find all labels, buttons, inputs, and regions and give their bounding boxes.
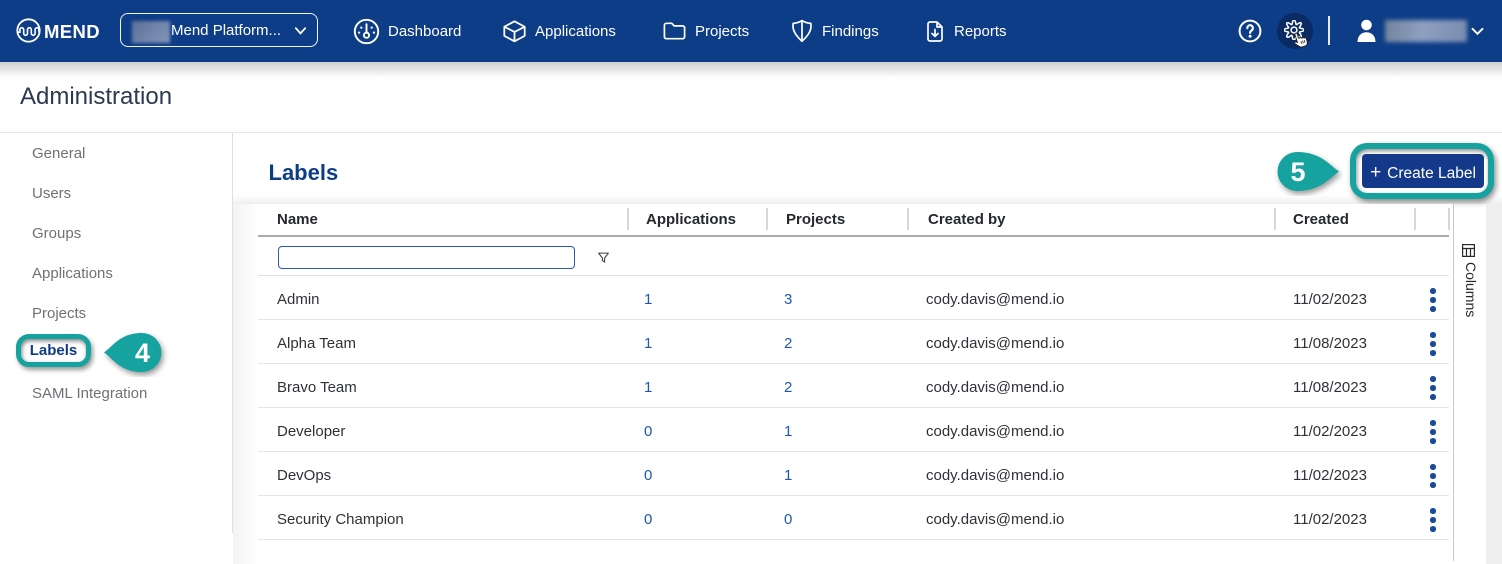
svg-text:4: 4 [135,338,150,368]
svg-text:5: 5 [1290,157,1305,187]
